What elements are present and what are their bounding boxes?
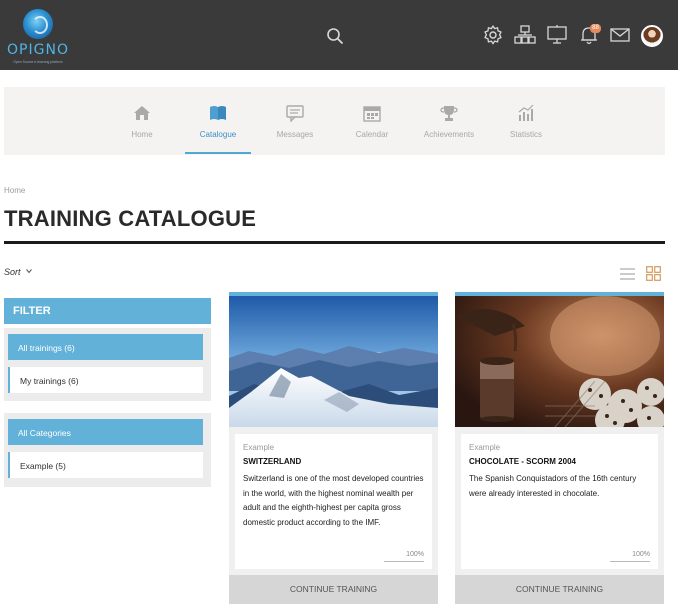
card-description: Switzerland is one of the most developed… — [243, 474, 424, 527]
progress-bar — [384, 561, 424, 562]
card-title[interactable]: CHOCOLATE - SCORM 2004 — [469, 457, 576, 466]
progress-label: 100% — [632, 551, 650, 558]
filter-all-trainings[interactable]: All trainings (6) — [8, 334, 203, 360]
grid-view-icon[interactable] — [646, 266, 661, 281]
progress-bar — [610, 561, 650, 562]
nav-item-achievements[interactable]: Achievements — [416, 87, 482, 155]
nav-label-statistics: Statistics — [509, 130, 542, 139]
sort-dropdown[interactable]: Sort — [4, 267, 21, 277]
training-card[interactable]: Example SWITZERLAND Switzerland is one o… — [229, 292, 438, 604]
org-chart-icon[interactable] — [514, 24, 536, 46]
filter-my-trainings[interactable]: My trainings (6) — [8, 367, 203, 393]
training-card[interactable]: Example CHOCOLATE - SCORM 2004 The Spani… — [455, 292, 664, 604]
logo-text: OPIGNO — [7, 42, 69, 58]
chocolate-image[interactable] — [455, 296, 664, 427]
continue-training-button[interactable]: CONTINUE TRAINING — [229, 575, 438, 604]
nav-item-home[interactable]: Home — [109, 87, 175, 155]
filter-category-example[interactable]: Example (5) — [8, 452, 203, 478]
card-title[interactable]: SWITZERLAND — [243, 457, 301, 466]
filter-all-categories[interactable]: All Categories — [8, 419, 203, 445]
filter-heading: FILTER — [4, 298, 211, 324]
nav-item-statistics[interactable]: Statistics — [493, 87, 559, 155]
main-nav: Home Catalogue Messages Calendar Achieve… — [4, 87, 665, 155]
search-icon[interactable] — [326, 27, 344, 45]
presentation-icon[interactable] — [546, 24, 568, 46]
title-divider — [4, 241, 665, 244]
card-category: Example — [469, 443, 501, 452]
message-icon — [286, 105, 304, 122]
logo-mark-icon — [23, 9, 53, 39]
nav-label-calendar: Calendar — [355, 130, 389, 139]
nav-label-home: Home — [131, 130, 153, 139]
progress-label: 100% — [406, 551, 424, 558]
nav-active-indicator — [185, 152, 251, 154]
list-view-icon[interactable] — [620, 267, 635, 281]
book-icon — [210, 106, 226, 120]
nav-label-messages: Messages — [276, 130, 314, 139]
notification-badge: 88 — [590, 24, 601, 33]
progress-bar-fill — [610, 561, 650, 562]
nav-item-calendar[interactable]: Calendar — [339, 87, 405, 155]
card-description: The Spanish Conquistadors of the 16th ce… — [469, 474, 637, 498]
calendar-icon — [363, 106, 381, 122]
filter-group-categories: All Categories Example (5) — [4, 413, 211, 487]
filter-group-trainings: All trainings (6) My trainings (6) — [4, 328, 211, 401]
avatar[interactable] — [641, 25, 663, 47]
nav-item-messages[interactable]: Messages — [262, 87, 328, 155]
top-bar: OPIGNO Open Source e-learning platform 8… — [0, 0, 678, 70]
card-category: Example — [243, 443, 275, 452]
breadcrumb[interactable]: Home — [4, 186, 25, 195]
card-body: Example SWITZERLAND Switzerland is one o… — [235, 434, 432, 569]
home-icon — [134, 106, 150, 120]
progress-bar-fill — [384, 561, 424, 562]
stats-icon — [518, 104, 534, 121]
chevron-down-icon[interactable] — [26, 268, 32, 274]
logo-tagline: Open Source e-learning platform — [13, 60, 63, 64]
continue-training-button[interactable]: CONTINUE TRAINING — [455, 575, 664, 604]
trophy-icon — [440, 106, 458, 121]
page-title: TRAINING CATALOGUE — [4, 206, 257, 231]
card-body: Example CHOCOLATE - SCORM 2004 The Spani… — [461, 434, 658, 569]
mail-icon[interactable] — [609, 24, 631, 46]
nav-label-catalogue: Catalogue — [199, 130, 237, 139]
nav-item-catalogue[interactable]: Catalogue — [185, 87, 251, 155]
nav-label-achievements: Achievements — [423, 130, 475, 139]
gear-icon[interactable] — [482, 24, 504, 46]
mountains-image[interactable] — [229, 296, 438, 427]
opigno-logo[interactable]: OPIGNO Open Source e-learning platform — [4, 6, 72, 66]
